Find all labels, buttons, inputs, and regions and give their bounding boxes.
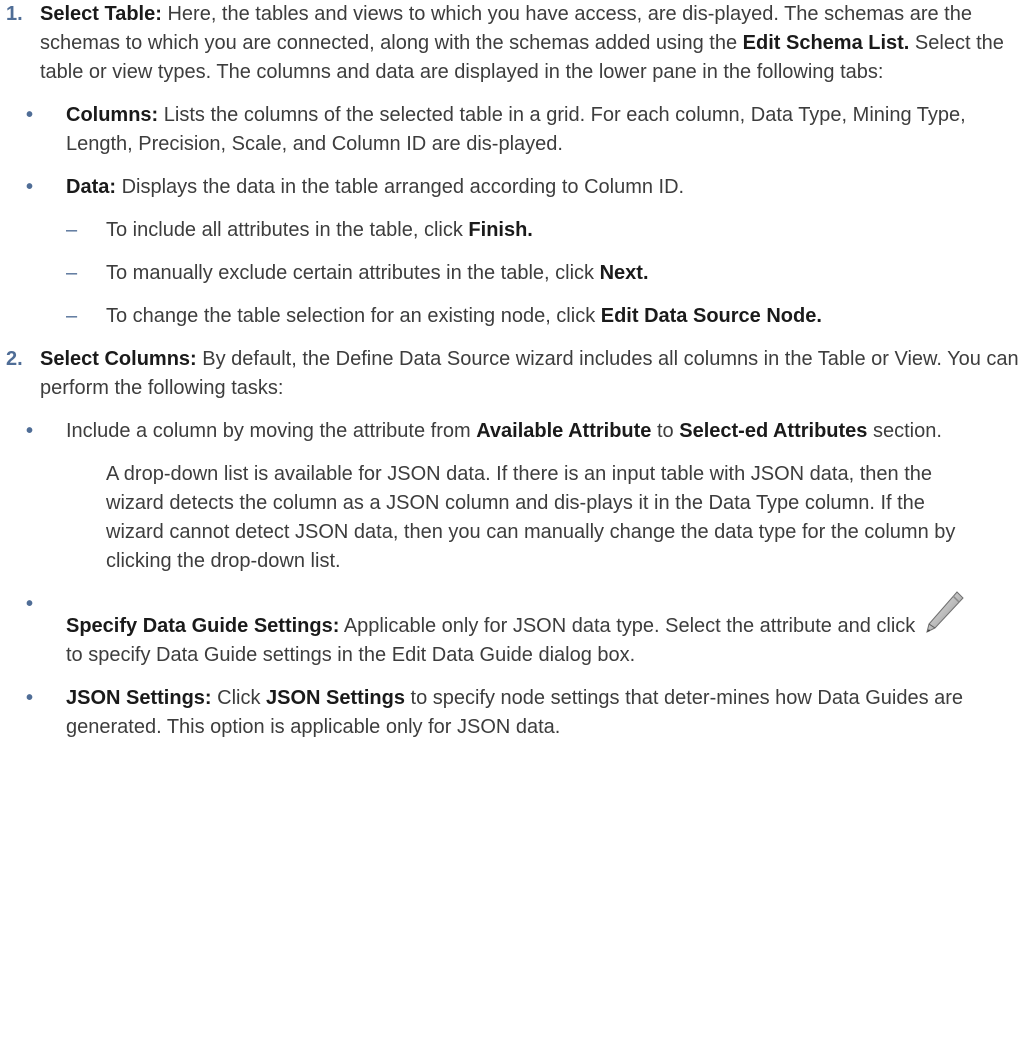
item-bold: Edit Schema List. [742, 32, 910, 54]
pencil-edit-icon[interactable] [923, 590, 965, 636]
dash-mark: – [66, 219, 78, 241]
bullet-bold: JSON Settings [266, 687, 405, 709]
list-number: 2. [6, 348, 23, 370]
dash-item-edit-node: – To change the table selection for an e… [66, 302, 986, 331]
list-item-select-columns: 2. Select Columns: By default, the Defin… [0, 345, 1026, 403]
dash-bold: Edit Data Source Node. [600, 305, 822, 327]
bullet-lead: JSON Settings: [66, 687, 212, 709]
list-number: 1. [6, 3, 23, 25]
item-lead: Select Columns: [40, 348, 197, 370]
document-body: 1. Select Table: Here, the tables and vi… [0, 0, 1034, 742]
bullet-text: Click [211, 687, 267, 709]
bullet-mark: • [26, 420, 34, 442]
bullet-text: to [651, 420, 680, 442]
bullet-lead: Data: [66, 176, 117, 198]
bullet-data-guide-settings: • Specify Data Guide Settings: Applicabl… [26, 590, 986, 670]
dash-mark: – [66, 262, 78, 284]
bullet-mark: • [26, 593, 34, 615]
bullet-text: section. [867, 420, 942, 442]
bullet-columns: • Columns: Lists the columns of the sele… [26, 101, 986, 159]
bullet-mark: • [26, 176, 34, 198]
bullet-include-column: • Include a column by moving the attribu… [26, 417, 986, 446]
bullet-text: Applicable only for JSON data type. Sele… [339, 615, 921, 637]
dash-item-finish: – To include all attributes in the table… [66, 216, 986, 245]
dash-bold: Finish. [468, 219, 533, 241]
dash-text: To include all attributes in the table, … [106, 219, 469, 241]
bullet-data: • Data: Displays the data in the table a… [26, 173, 986, 202]
bullet-text: Lists the columns of the selected table … [66, 104, 966, 155]
bullet-text: Include a column by moving the attribute… [66, 420, 477, 442]
bullet-lead: Columns: [66, 104, 159, 126]
bullet-mark: • [26, 104, 34, 126]
bullet-lead: Specify Data Guide Settings: [66, 615, 340, 637]
dash-text: To change the table selection for an exi… [106, 305, 601, 327]
dash-mark: – [66, 305, 78, 327]
bullet-mark: • [26, 687, 34, 709]
dash-bold: Next. [599, 262, 649, 284]
bullet-text: Displays the data in the table arranged … [116, 176, 685, 198]
list-item-select-table: 1. Select Table: Here, the tables and vi… [0, 0, 1026, 87]
bullet-bold: Select-ed Attributes [679, 420, 868, 442]
bullet-bold: Available Attribute [476, 420, 652, 442]
paragraph-text: A drop-down list is available for JSON d… [106, 463, 956, 572]
dash-item-next: – To manually exclude certain attributes… [66, 259, 986, 288]
dash-text: To manually exclude certain attributes i… [106, 262, 600, 284]
bullet-text: to specify Data Guide settings in the Ed… [66, 644, 636, 666]
item-lead: Select Table: [40, 3, 162, 25]
bullet-json-settings: • JSON Settings: Click JSON Settings to … [26, 684, 986, 742]
json-paragraph: A drop-down list is available for JSON d… [66, 460, 986, 576]
